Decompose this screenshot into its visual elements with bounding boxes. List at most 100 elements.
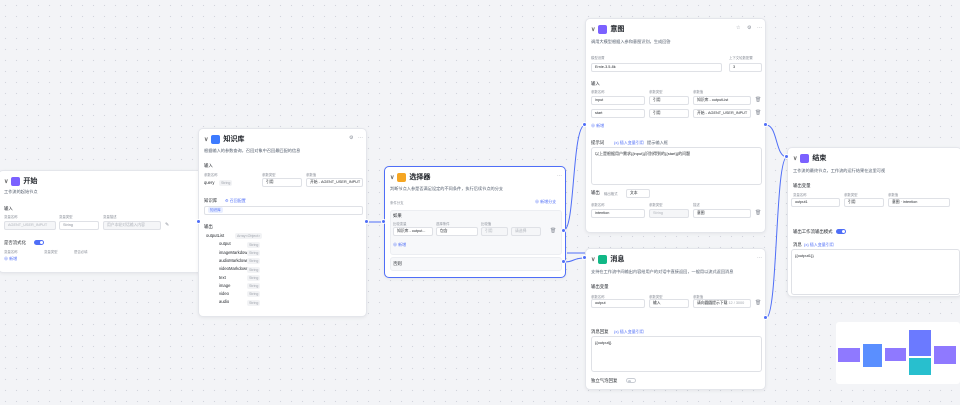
msg-insert-var[interactable]: {x} 插入变量引用 <box>614 329 644 335</box>
col-var-desc: 变量描述 <box>103 215 117 219</box>
chevron-down-icon[interactable]: ∨ <box>591 256 595 263</box>
kb-output-item: audio <box>219 299 230 305</box>
start-node[interactable]: ∨ 开始 工作流的起始节点 输入 变量名称 变量类型 变量描述 AGENT_USE… <box>0 170 211 273</box>
intent-param-val-1[interactable]: 开始 - AGENT_USER_INPUT <box>693 109 751 118</box>
star-icon[interactable]: ☆ <box>736 25 740 31</box>
knowledge-base-node[interactable]: ∨ 知识库 ⚙ ⋯ 根据输入的参数查询，召回对象中召回最匹配的信息 输入 参数名称… <box>198 128 367 317</box>
selector-input-port[interactable] <box>381 219 386 224</box>
start-input-label: 输入 <box>4 206 13 211</box>
end-node[interactable]: ∨ 结束 工作流的最终节点，工作流的运行结果在这里可视 输出变量 变量名称 参数类… <box>787 147 960 297</box>
start-var-name-input[interactable]: AGENT_USER_INPUT <box>4 221 56 230</box>
kb-output-item: audioMarkdown <box>219 257 249 263</box>
kb-output-type: String <box>247 299 261 306</box>
start-add-button[interactable]: ⊕ 新增 <box>4 256 17 262</box>
cond-mode-select[interactable]: 引用 <box>481 227 508 236</box>
intent-add-button[interactable]: ⊕ 新增 <box>591 123 604 129</box>
kb-param-mode[interactable]: 引用 <box>262 178 302 187</box>
intent-node[interactable]: ∨ 意图 ☆ ⚙ ⋯ 调用大模型根据入参和意图识别，生成回答 模型设置 上下文轮数… <box>585 18 766 233</box>
kb-recall-config[interactable]: ⚙ 召回配置 <box>225 198 246 204</box>
intent-out-name[interactable]: intention <box>591 209 645 218</box>
kb-param-value[interactable]: 开始 - AGENT_USER_INPUT <box>306 178 363 187</box>
cond-var-select[interactable]: 知识库 - output... <box>393 227 433 236</box>
settings-icon[interactable]: ⚙ <box>349 135 353 141</box>
stream-toggle[interactable] <box>34 240 44 245</box>
end-mode-toggle[interactable] <box>836 229 846 234</box>
more-icon[interactable]: ⋯ <box>557 173 562 179</box>
output-format-select[interactable]: 文本 <box>626 189 650 198</box>
minimap-node <box>909 358 931 375</box>
intent-output-label: 输出 <box>591 190 600 195</box>
more-icon[interactable]: ⋯ <box>358 135 363 141</box>
msg-reply-textarea[interactable]: {{output}} <box>591 336 762 372</box>
add-condition-button[interactable]: ⊕ 新增 <box>393 242 406 248</box>
end-insert-var[interactable]: {x} 插入变量引用 <box>804 242 834 248</box>
message-icon <box>598 254 608 264</box>
end-input-port[interactable] <box>784 154 789 159</box>
delete-icon[interactable]: 🗑 <box>550 228 556 234</box>
start-node-title: 开始 <box>23 178 38 185</box>
context-select[interactable]: 3 <box>729 63 762 72</box>
chevron-down-icon[interactable]: ∨ <box>793 155 797 162</box>
kb-output-item: output <box>219 241 231 247</box>
kb-select[interactable]: 知识库 <box>204 206 363 215</box>
model-select[interactable]: Ernie-3.5-8k <box>591 63 722 72</box>
msg-reply-label: 消息回复 <box>591 329 609 334</box>
intent-param-mode-0[interactable]: 引用 <box>649 96 689 105</box>
prompt-insert-var[interactable]: {x} 插入变量引用 <box>614 140 644 146</box>
chevron-down-icon[interactable]: ∨ <box>204 136 208 143</box>
minimap[interactable] <box>836 322 960 384</box>
add-branch-button[interactable]: ⊕ 新增分支 <box>535 199 556 205</box>
minimap-node <box>838 348 860 362</box>
end-icon <box>800 153 810 163</box>
kb-output-port[interactable] <box>364 219 369 224</box>
intent-input-port[interactable] <box>582 122 587 127</box>
end-reply-textarea[interactable]: {{output1}} <box>791 249 960 295</box>
intent-out-desc[interactable]: 意图 <box>693 209 751 218</box>
intent-out-col-type: 参数类型 <box>649 203 663 207</box>
cond-op-select[interactable]: 包含 <box>436 227 478 236</box>
end-var-name[interactable]: output1 <box>791 198 840 207</box>
edit-icon[interactable]: ✎ <box>165 222 169 228</box>
selector-title: 选择器 <box>409 174 431 181</box>
msg-param-val[interactable]: 请向圆圆提示下载 12 / 3000 <box>693 299 751 308</box>
chevron-down-icon[interactable]: ∨ <box>4 178 8 185</box>
var-col-2: 变量类型 <box>44 250 58 254</box>
msg-param-type[interactable]: 输入 <box>649 299 689 308</box>
intent-icon <box>598 24 608 34</box>
more-icon[interactable]: ⋯ <box>757 255 762 261</box>
intent-param-name-1[interactable]: start <box>591 109 645 118</box>
delete-icon[interactable]: 🗑 <box>755 300 761 306</box>
cond-cmp-select[interactable]: 请选择 <box>511 227 541 236</box>
end-var-val[interactable]: 意图 · intention <box>888 198 950 207</box>
start-node-icon <box>11 176 21 186</box>
intent-param-val-0[interactable]: 知识库 - outputList <box>693 96 751 105</box>
end-var-mode[interactable]: 引用 <box>844 198 884 207</box>
message-input-port[interactable] <box>582 255 587 260</box>
prompt-textarea[interactable]: 以上是根据用户需求{{input}}识别得到的{{start}}的问题 <box>591 147 762 185</box>
chevron-down-icon[interactable]: ∨ <box>591 26 595 33</box>
delete-icon[interactable]: 🗑 <box>755 97 761 103</box>
intent-output-port[interactable] <box>763 122 768 127</box>
end-desc: 工作流的最终节点，工作流的运行结果在这里可视 <box>793 168 886 173</box>
intent-out-type[interactable]: String <box>649 209 689 218</box>
more-icon[interactable]: ⋯ <box>757 25 762 31</box>
kb-input-port[interactable] <box>196 219 201 224</box>
prompt-hint: 提示输入框 <box>647 140 668 145</box>
message-output-port[interactable] <box>763 315 768 320</box>
delete-icon[interactable]: 🗑 <box>755 110 761 116</box>
chevron-down-icon[interactable]: ∨ <box>390 174 394 181</box>
cond-col-op: 选择条件 <box>436 222 450 226</box>
intent-out-col-name: 参数名称 <box>591 203 605 207</box>
selector-else-port[interactable] <box>561 259 566 264</box>
delete-icon[interactable]: 🗑 <box>755 210 761 216</box>
settings-icon[interactable]: ⚙ <box>747 25 751 31</box>
start-var-desc-input[interactable]: 用户本轮对话输入内容 <box>103 221 161 230</box>
start-var-type-select[interactable]: String <box>59 221 99 230</box>
selector-node[interactable]: ∨ 选择器 ⋯ 判断节点入参是否满足设定的不同条件，执行后续节点的分支 条件分支 … <box>384 166 566 278</box>
msg-param-name[interactable]: output <box>591 299 645 308</box>
selector-if-port[interactable] <box>561 228 566 233</box>
intent-param-mode-1[interactable]: 引用 <box>649 109 689 118</box>
message-node[interactable]: ∨ 消息 ⋯ 支持在工作流中间输出内容给用户的对话中直接返回，一般用以流式返回消息… <box>585 248 766 390</box>
msg-stream-toggle[interactable] <box>626 378 636 383</box>
intent-param-name-0[interactable]: input <box>591 96 645 105</box>
